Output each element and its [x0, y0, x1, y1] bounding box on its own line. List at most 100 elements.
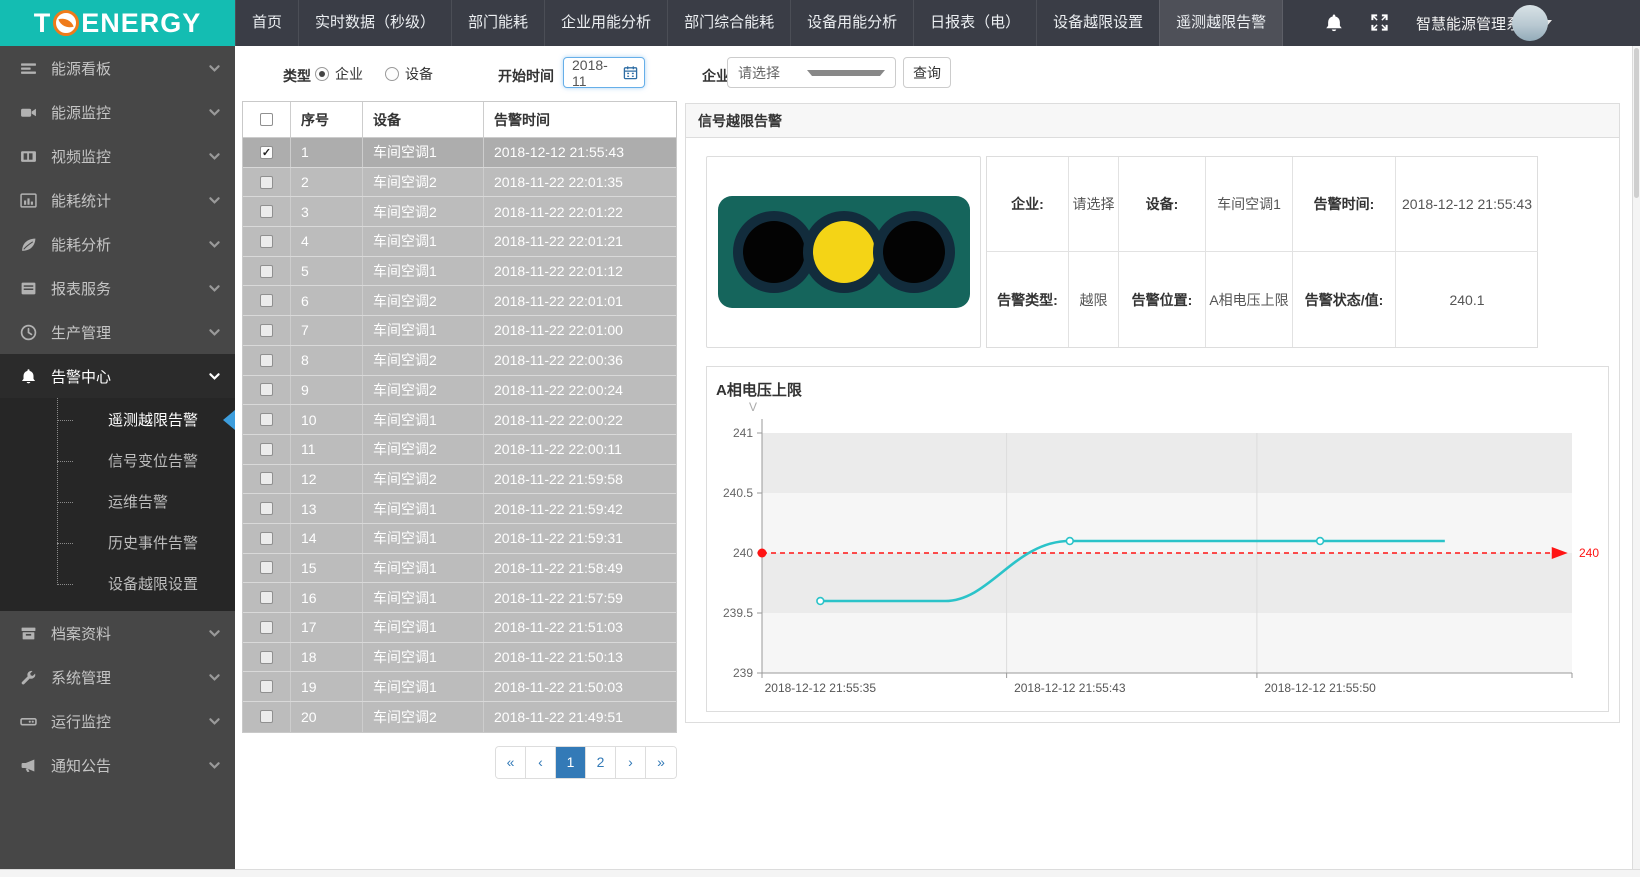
sidebar-item[interactable]: 系统管理 — [0, 655, 235, 699]
top-nav-item[interactable]: 部门能耗 — [451, 0, 544, 46]
table-row[interactable]: 10车间空调12018-11-22 22:00:22 — [243, 405, 676, 435]
table-row[interactable]: 8车间空调22018-11-22 22:00:36 — [243, 346, 676, 376]
sidebar-item[interactable]: 通知公告 — [0, 743, 235, 787]
row-checkbox[interactable] — [260, 680, 273, 693]
row-alarm-time: 2018-11-22 22:01:00 — [484, 316, 676, 345]
sidebar-submenu: 遥测越限告警信号变位告警运维告警历史事件告警设备越限设置 — [0, 398, 235, 611]
row-checkbox[interactable] — [260, 621, 273, 634]
sidebar-item[interactable]: 能源看板 — [0, 46, 235, 90]
sidebar-subitem[interactable]: 设备越限设置 — [0, 564, 235, 605]
row-device: 车间空调1 — [363, 494, 484, 523]
table-row[interactable]: 11车间空调22018-11-22 22:00:11 — [243, 435, 676, 465]
enterprise-select-value: 请选择 — [738, 63, 807, 83]
page-button[interactable]: 1 — [556, 747, 586, 778]
sidebar-subitem[interactable]: 遥测越限告警 — [0, 400, 235, 441]
vertical-scrollbar[interactable] — [1632, 46, 1640, 869]
row-checkbox[interactable] — [260, 324, 273, 337]
sidebar-subitem[interactable]: 信号变位告警 — [0, 441, 235, 482]
sidebar-item[interactable]: 能源监控 — [0, 90, 235, 134]
horizontal-scrollbar[interactable] — [0, 869, 1640, 877]
row-checkbox[interactable] — [260, 502, 273, 515]
row-device: 车间空调2 — [363, 435, 484, 464]
row-checkbox[interactable] — [260, 294, 273, 307]
fullscreen-icon[interactable] — [1370, 13, 1390, 33]
row-checkbox[interactable] — [260, 354, 273, 367]
enterprise-select[interactable]: 请选择 — [727, 57, 896, 88]
page-button[interactable]: « — [496, 747, 526, 778]
sidebar-item[interactable]: 档案资料 — [0, 611, 235, 655]
table-row[interactable]: 5车间空调12018-11-22 22:01:12 — [243, 257, 676, 287]
top-nav-item[interactable]: 首页 — [235, 0, 298, 46]
top-nav-item[interactable]: 企业用能分析 — [544, 0, 667, 46]
row-checkbox[interactable] — [260, 205, 273, 218]
sidebar-subitem[interactable]: 历史事件告警 — [0, 523, 235, 564]
table-row[interactable]: 17车间空调12018-11-22 21:51:03 — [243, 613, 676, 643]
calendar-icon[interactable] — [623, 65, 638, 80]
avatar[interactable] — [1512, 5, 1548, 41]
page-button[interactable]: 2 — [586, 747, 616, 778]
table-row[interactable]: 18车间空调12018-11-22 21:50:13 — [243, 643, 676, 673]
row-checkbox[interactable] — [260, 235, 273, 248]
top-nav-item[interactable]: 遥测越限告警 — [1159, 0, 1283, 46]
row-checkbox[interactable] — [260, 532, 273, 545]
sidebar-item[interactable]: 运行监控 — [0, 699, 235, 743]
table-row[interactable]: 19车间空调12018-11-22 21:50:03 — [243, 672, 676, 702]
type-radio-option[interactable]: 设备 — [385, 64, 433, 84]
row-checkbox[interactable] — [260, 265, 273, 278]
table-row[interactable]: 2车间空调22018-11-22 22:01:35 — [243, 168, 676, 198]
sidebar-item[interactable]: 报表服务 — [0, 266, 235, 310]
start-time-input[interactable]: 2018-11 — [563, 57, 645, 88]
table-row[interactable]: 13车间空调12018-11-22 21:59:42 — [243, 494, 676, 524]
row-checkbox-cell — [243, 316, 291, 345]
svg-text:V: V — [749, 400, 757, 414]
top-nav-item[interactable]: 实时数据（秒级） — [298, 0, 451, 46]
top-nav-item[interactable]: 设备越限设置 — [1036, 0, 1159, 46]
row-checkbox[interactable] — [260, 443, 273, 456]
table-row[interactable]: 7车间空调12018-11-22 22:01:00 — [243, 316, 676, 346]
leaf-icon — [20, 236, 37, 253]
row-checkbox[interactable] — [260, 591, 273, 604]
row-checkbox[interactable] — [260, 561, 273, 574]
info-value: 请选择 — [1069, 157, 1119, 252]
table-row[interactable]: 6车间空调22018-11-22 22:01:01 — [243, 286, 676, 316]
type-radio-selected[interactable]: 企业 — [315, 64, 363, 84]
select-all-checkbox[interactable] — [260, 113, 273, 126]
top-nav-item[interactable]: 设备用能分析 — [790, 0, 913, 46]
sidebar-item[interactable]: 能耗分析 — [0, 222, 235, 266]
table-row[interactable]: 3车间空调22018-11-22 22:01:22 — [243, 197, 676, 227]
page-button[interactable]: › — [616, 747, 646, 778]
top-nav-item[interactable]: 日报表（电） — [913, 0, 1036, 46]
top-nav-item[interactable]: 部门综合能耗 — [667, 0, 790, 46]
row-device: 车间空调2 — [363, 197, 484, 226]
table-row[interactable]: 14车间空调12018-11-22 21:59:31 — [243, 524, 676, 554]
table-row[interactable]: 12车间空调22018-11-22 21:59:58 — [243, 465, 676, 495]
table-row[interactable]: 16车间空调12018-11-22 21:57:59 — [243, 583, 676, 613]
lamp-light — [813, 221, 875, 283]
row-alarm-time: 2018-11-22 22:00:11 — [484, 435, 676, 464]
query-button[interactable]: 查询 — [903, 57, 951, 88]
sidebar-item[interactable]: 告警中心 — [0, 354, 235, 398]
table-row[interactable]: ✓1车间空调12018-12-12 21:55:43 — [243, 138, 676, 168]
row-no: 16 — [291, 583, 363, 612]
sidebar-item-label: 视频监控 — [51, 146, 208, 167]
table-row[interactable]: 20车间空调22018-11-22 21:49:51 — [243, 702, 676, 732]
row-checkbox[interactable] — [260, 176, 273, 189]
bell-icon[interactable] — [1324, 13, 1344, 33]
table-row[interactable]: 15车间空调12018-11-22 21:58:49 — [243, 554, 676, 584]
sidebar-subitem[interactable]: 运维告警 — [0, 482, 235, 523]
app-logo[interactable]: T ENERGY — [0, 0, 235, 46]
sidebar-item[interactable]: 能耗统计 — [0, 178, 235, 222]
sidebar-item[interactable]: 生产管理 — [0, 310, 235, 354]
row-checkbox[interactable]: ✓ — [260, 146, 273, 159]
clock-icon — [20, 324, 37, 341]
row-checkbox[interactable] — [260, 413, 273, 426]
row-checkbox[interactable] — [260, 651, 273, 664]
row-checkbox[interactable] — [260, 383, 273, 396]
row-checkbox[interactable] — [260, 472, 273, 485]
table-row[interactable]: 4车间空调12018-11-22 22:01:21 — [243, 227, 676, 257]
table-row[interactable]: 9车间空调22018-11-22 22:00:24 — [243, 376, 676, 406]
sidebar-item[interactable]: 视频监控 — [0, 134, 235, 178]
page-button[interactable]: ‹ — [526, 747, 556, 778]
row-checkbox[interactable] — [260, 710, 273, 723]
page-button[interactable]: » — [646, 747, 676, 778]
